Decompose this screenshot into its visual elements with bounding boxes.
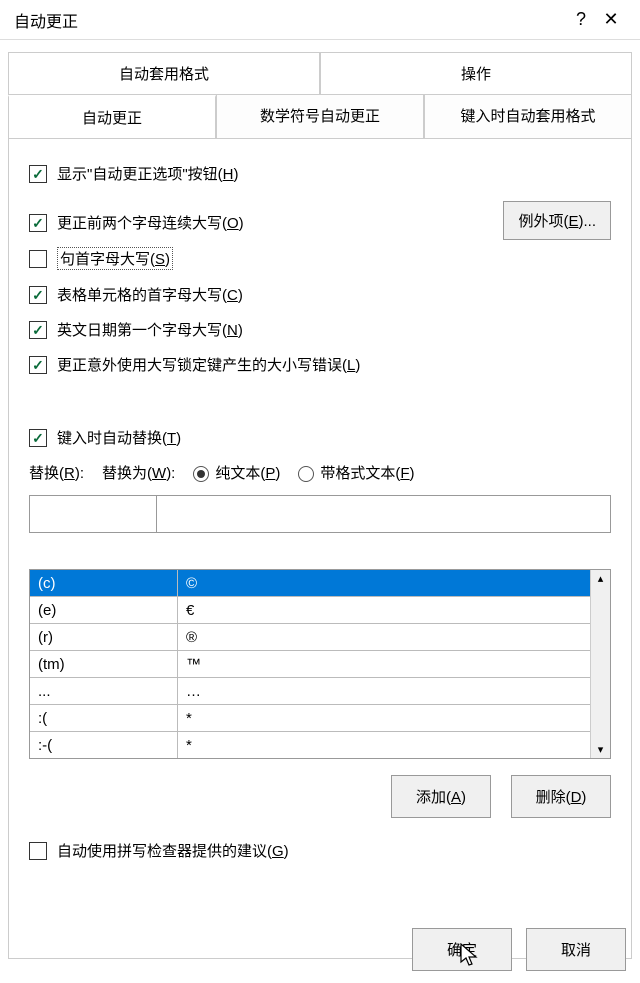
ok-button[interactable]: 确定 bbox=[412, 928, 512, 971]
checkbox-row-spell: 自动使用拼写检查器提供的建议(G) bbox=[29, 840, 611, 861]
checkbox-row-show-button: 显示"自动更正选项"按钮(H) bbox=[29, 163, 611, 184]
checkbox-table-cell[interactable] bbox=[29, 286, 47, 304]
window-title: 自动更正 bbox=[14, 8, 566, 32]
tab-actions[interactable]: 操作 bbox=[320, 52, 632, 94]
checkbox-row-replace-on: 键入时自动替换(T) bbox=[29, 427, 611, 448]
checkbox-row-capslock: 更正意外使用大写锁定键产生的大小写错误(L) bbox=[29, 354, 611, 375]
replace-controls: 替换(R): 替换为(W): 纯文本(P) 带格式文本(F) bbox=[29, 462, 611, 483]
table-row[interactable]: :(* bbox=[30, 705, 590, 732]
radio-plain-label: 纯文本(P) bbox=[215, 465, 280, 482]
close-icon[interactable]: ✕ bbox=[596, 9, 626, 30]
label-show-button: 显示"自动更正选项"按钮(H) bbox=[57, 163, 239, 184]
checkbox-show-button[interactable] bbox=[29, 165, 47, 183]
replace-with-label: 替换为(W): bbox=[102, 462, 175, 483]
label-sentence: 句首字母大写(S) bbox=[57, 247, 173, 270]
table-cell-replace: (c) bbox=[30, 570, 178, 596]
table-cell-with: … bbox=[178, 683, 590, 700]
label-capslock: 更正意外使用大写锁定键产生的大小写错误(L) bbox=[57, 354, 360, 375]
table-cell-with: ™ bbox=[178, 656, 590, 673]
label-spell: 自动使用拼写检查器提供的建议(G) bbox=[57, 840, 289, 861]
table-cell-with: ® bbox=[178, 629, 590, 646]
scroll-down-icon[interactable]: ▾ bbox=[591, 743, 610, 756]
tab-panel-autocorrect: 显示"自动更正选项"按钮(H) 更正前两个字母连续大写(O) 句首字母大写(S)… bbox=[8, 139, 632, 959]
table-body[interactable]: (c)©(e)€(r)®(tm)™...…:(*:-(* bbox=[30, 570, 590, 758]
table-row[interactable]: (tm)™ bbox=[30, 651, 590, 678]
checkbox-sentence[interactable] bbox=[29, 250, 47, 268]
table-cell-replace: ... bbox=[30, 678, 178, 704]
table-row[interactable]: :-(* bbox=[30, 732, 590, 758]
radio-formatted[interactable] bbox=[298, 466, 314, 482]
tab-math-autocorrect[interactable]: 数学符号自动更正 bbox=[216, 95, 424, 139]
replace-label: 替换(R): bbox=[29, 462, 84, 483]
table-cell-with: * bbox=[178, 737, 590, 754]
table-cell-replace: :-( bbox=[30, 732, 178, 758]
tab-autocorrect[interactable]: 自动更正 bbox=[8, 95, 216, 139]
checkbox-spell[interactable] bbox=[29, 842, 47, 860]
label-table-cell: 表格单元格的首字母大写(C) bbox=[57, 284, 243, 305]
radio-formatted-wrap[interactable]: 带格式文本(F) bbox=[298, 462, 414, 483]
label-two-caps: 更正前两个字母连续大写(O) bbox=[57, 212, 244, 233]
title-bar: 自动更正 ? ✕ bbox=[0, 0, 640, 40]
checkbox-capslock[interactable] bbox=[29, 356, 47, 374]
scrollbar[interactable]: ▴ ▾ bbox=[590, 570, 610, 758]
add-button[interactable]: 添加(A) bbox=[391, 775, 491, 818]
radio-formatted-label: 带格式文本(F) bbox=[320, 465, 414, 482]
checkbox-replace-on[interactable] bbox=[29, 429, 47, 447]
tab-row-upper: 自动套用格式 操作 bbox=[8, 52, 632, 95]
exceptions-button[interactable]: 例外项(E)... bbox=[503, 201, 611, 240]
table-cell-replace: (e) bbox=[30, 597, 178, 623]
table-cell-with: * bbox=[178, 710, 590, 727]
table-row[interactable]: ...… bbox=[30, 678, 590, 705]
tab-row-lower: 自动更正 数学符号自动更正 键入时自动套用格式 bbox=[8, 95, 632, 139]
replace-section: 键入时自动替换(T) 替换(R): 替换为(W): 纯文本(P) 带格式文本(F… bbox=[29, 427, 611, 861]
scroll-up-icon[interactable]: ▴ bbox=[591, 572, 610, 585]
checkbox-weekday[interactable] bbox=[29, 321, 47, 339]
replace-input[interactable] bbox=[29, 495, 157, 533]
dialog-body: 自动套用格式 操作 自动更正 数学符号自动更正 键入时自动套用格式 显示"自动更… bbox=[0, 40, 640, 959]
radio-plain[interactable] bbox=[193, 466, 209, 482]
table-button-row: 添加(A) 删除(D) bbox=[29, 775, 611, 818]
table-row[interactable]: (e)€ bbox=[30, 597, 590, 624]
table-row[interactable]: (c)© bbox=[30, 570, 590, 597]
checkbox-row-table-cell: 表格单元格的首字母大写(C) bbox=[29, 284, 611, 305]
table-cell-replace: (r) bbox=[30, 624, 178, 650]
tab-autoformat-typing[interactable]: 键入时自动套用格式 bbox=[424, 95, 632, 139]
table-row[interactable]: (r)® bbox=[30, 624, 590, 651]
tab-autoformat[interactable]: 自动套用格式 bbox=[8, 52, 320, 94]
delete-button[interactable]: 删除(D) bbox=[511, 775, 611, 818]
table-cell-with: € bbox=[178, 602, 590, 619]
checkbox-row-weekday: 英文日期第一个字母大写(N) bbox=[29, 319, 611, 340]
radio-plain-wrap[interactable]: 纯文本(P) bbox=[193, 462, 280, 483]
replacements-table: (c)©(e)€(r)®(tm)™...…:(*:-(* ▴ ▾ bbox=[29, 569, 611, 759]
dialog-footer: 确定 取消 bbox=[412, 928, 626, 971]
label-replace-on: 键入时自动替换(T) bbox=[57, 427, 181, 448]
checkbox-row-sentence: 句首字母大写(S) bbox=[29, 247, 611, 270]
cancel-button[interactable]: 取消 bbox=[526, 928, 626, 971]
table-cell-with: © bbox=[178, 575, 590, 592]
label-weekday: 英文日期第一个字母大写(N) bbox=[57, 319, 243, 340]
help-icon[interactable]: ? bbox=[566, 9, 596, 30]
replace-with-input[interactable] bbox=[157, 495, 611, 533]
table-cell-replace: (tm) bbox=[30, 651, 178, 677]
table-cell-replace: :( bbox=[30, 705, 178, 731]
replace-input-row bbox=[29, 495, 611, 533]
checkbox-two-caps[interactable] bbox=[29, 214, 47, 232]
